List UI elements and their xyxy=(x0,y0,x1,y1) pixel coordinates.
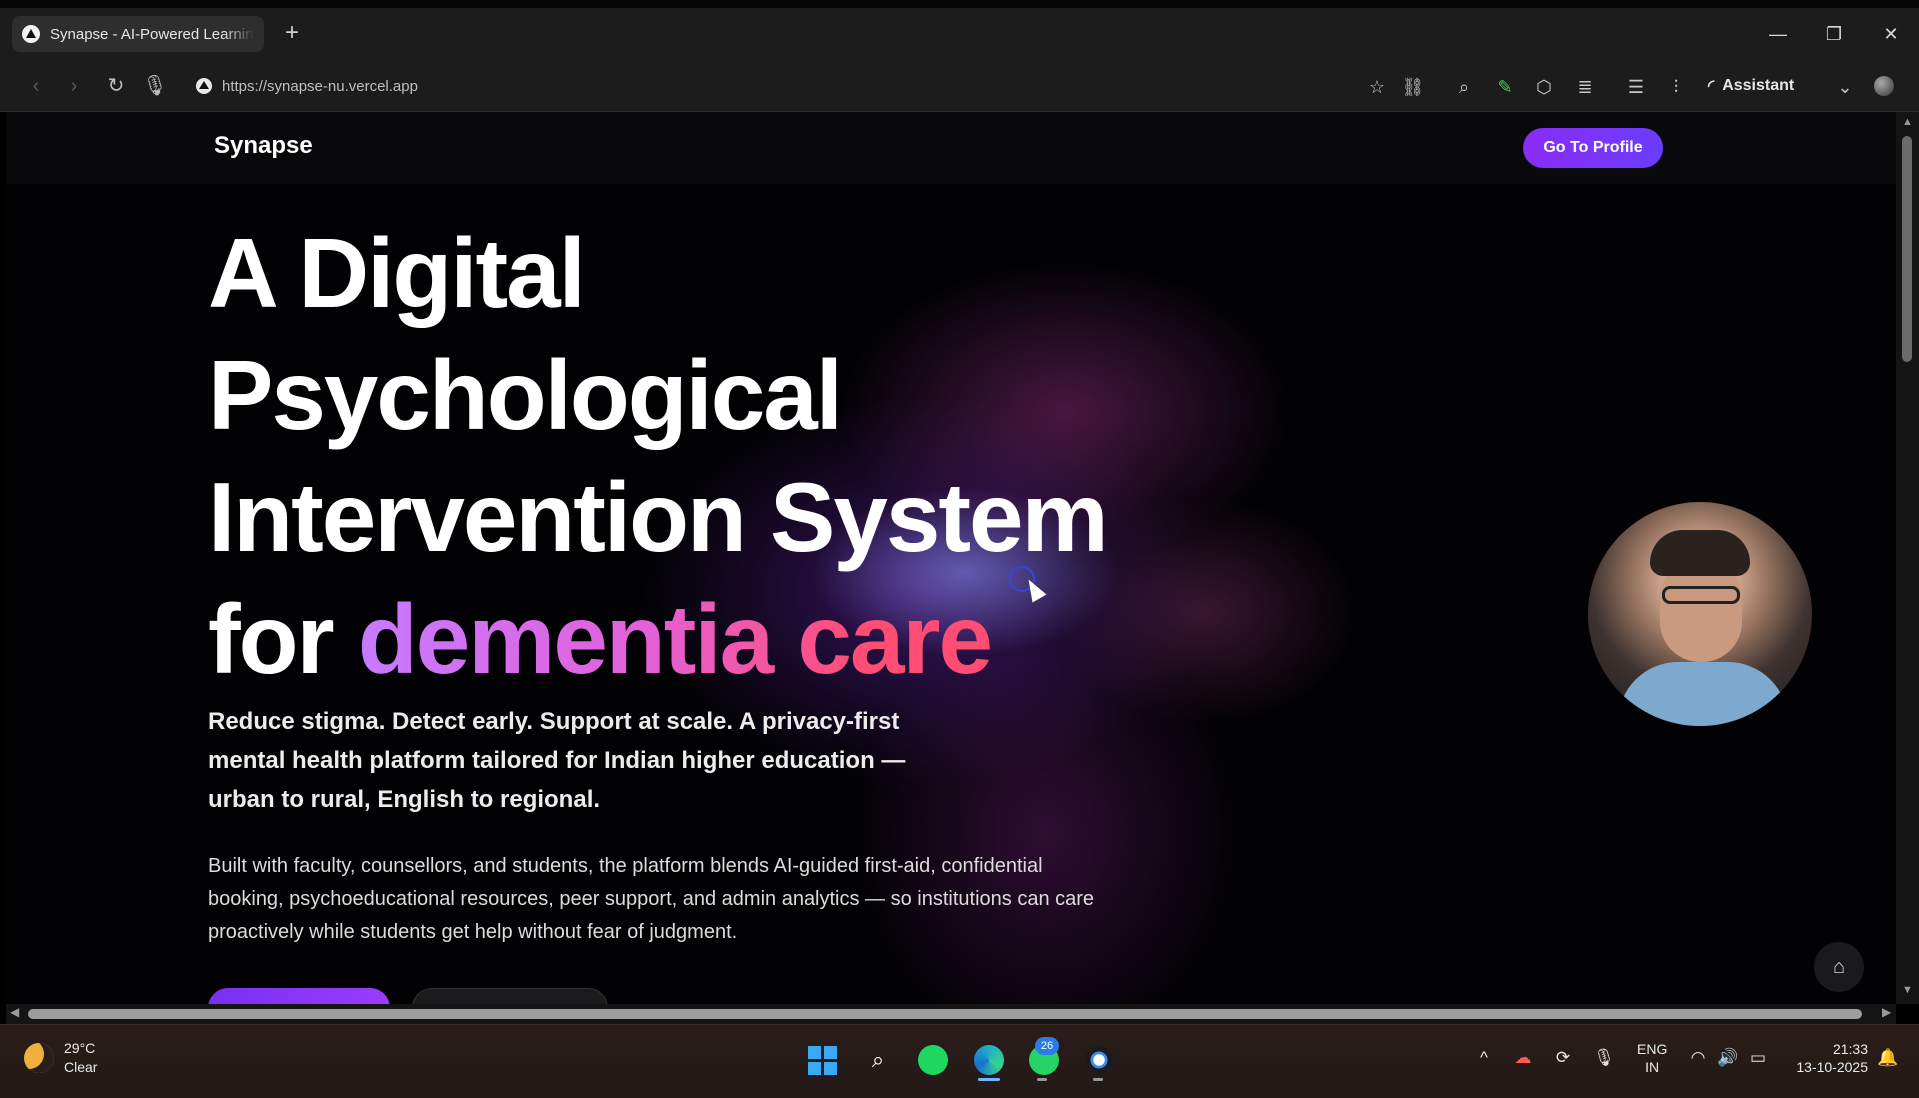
running-app-indicator xyxy=(1037,1078,1047,1081)
person-glasses xyxy=(1662,586,1740,604)
running-app-indicator-2 xyxy=(1093,1078,1103,1081)
audio-wave-icon[interactable]: ⫶ xyxy=(1663,74,1689,100)
hero-title: A Digital Psychological Intervention Sys… xyxy=(208,212,1208,700)
weather-widget[interactable]: 29°C Clear xyxy=(24,1039,97,1077)
search-icon[interactable]: ⌕ xyxy=(859,1041,897,1079)
scroll-right-arrow-icon[interactable]: ▶ xyxy=(1882,1005,1891,1019)
address-bar[interactable]: https://synapse-nu.vercel.app xyxy=(190,68,1310,104)
scroll-up-arrow-icon[interactable]: ▲ xyxy=(1902,116,1913,128)
notification-bell-icon[interactable]: 🔔 xyxy=(1876,1046,1900,1070)
url-text: https://synapse-nu.vercel.app xyxy=(222,77,418,95)
clock-time: 21:33 xyxy=(1832,1041,1868,1057)
active-app-indicator xyxy=(978,1078,1000,1081)
taskbar: 29°C Clear ⌕ xyxy=(0,1024,1919,1098)
site-header: Synapse Go To Profile xyxy=(6,112,1896,184)
horizontal-scroll-thumb[interactable] xyxy=(28,1009,1862,1019)
spotify-icon xyxy=(918,1045,948,1075)
windows-icon xyxy=(807,1045,837,1075)
new-tab-button[interactable]: + xyxy=(278,20,306,48)
site-favicon-icon xyxy=(22,25,40,43)
edge-browser-app[interactable] xyxy=(970,1041,1008,1079)
tab-strip: Synapse - AI-Powered Learnin + — ❐ ✕ xyxy=(0,0,1919,60)
spotify-app[interactable] xyxy=(914,1041,952,1079)
region-code: IN xyxy=(1645,1059,1660,1075)
tray-overflow-chevron-icon[interactable]: ^ xyxy=(1472,1046,1496,1070)
hero-line-3: Intervention System xyxy=(208,462,1109,572)
browser-profile-avatar[interactable] xyxy=(1874,76,1894,96)
forward-button[interactable]: › xyxy=(60,72,88,100)
vertical-scrollbar[interactable]: ▲ ▼ xyxy=(1896,112,1919,1004)
system-clock[interactable]: 21:33 13-10-2025 xyxy=(1788,1040,1868,1076)
browser-tab[interactable]: Synapse - AI-Powered Learnin xyxy=(12,16,264,52)
bookmark-star-icon[interactable]: ☆ xyxy=(1364,74,1390,100)
clock-date: 13-10-2025 xyxy=(1796,1059,1868,1075)
hero-line-2: Psychological xyxy=(208,340,843,450)
moon-icon xyxy=(24,1043,54,1073)
chatbot-button[interactable]: ⌂ xyxy=(1814,942,1864,992)
secondary-cta-button[interactable] xyxy=(412,988,608,1004)
brand-logo[interactable]: Synapse xyxy=(214,132,313,160)
pen-icon[interactable]: ✎ xyxy=(1492,74,1518,100)
hero-line-1: A Digital xyxy=(208,218,586,328)
temperature: 29°C xyxy=(64,1040,96,1056)
microphone-icon[interactable]: 🎙 xyxy=(141,72,169,100)
language-indicator[interactable]: ENG IN xyxy=(1637,1040,1667,1076)
weather-condition: Clear xyxy=(64,1059,98,1075)
microphone-tray-icon[interactable]: 🎙 xyxy=(1592,1046,1616,1070)
assistant-icon: ◜ xyxy=(1708,78,1715,95)
start-button[interactable] xyxy=(803,1041,841,1079)
refresh-sync-icon[interactable]: ⟳ xyxy=(1551,1046,1575,1070)
chrome-icon xyxy=(1085,1046,1113,1074)
hero-body: Built with faculty, counsellors, and stu… xyxy=(208,855,1095,943)
person-shirt xyxy=(1618,662,1788,726)
browser-icon xyxy=(974,1045,1004,1075)
reload-icon[interactable]: ↻ xyxy=(102,72,130,100)
person-hair xyxy=(1650,530,1750,576)
go-to-profile-button[interactable]: Go To Profile xyxy=(1523,128,1663,168)
tab-title: Synapse - AI-Powered Learnin xyxy=(50,25,254,43)
browser-toolbar: ‹ › ↻ 🎙 https://synapse-nu.vercel.app ☆ … xyxy=(0,60,1919,112)
whatsapp-notification-badge: 26 xyxy=(1035,1037,1059,1055)
page-viewport: Synapse Go To Profile A Digital Psycholo… xyxy=(6,112,1896,1004)
chrome-app[interactable] xyxy=(1080,1041,1118,1079)
wifi-icon[interactable]: ◠ xyxy=(1686,1046,1710,1070)
close-window-button[interactable]: ✕ xyxy=(1868,18,1914,50)
assistant-button[interactable]: ◜ Assistant xyxy=(1708,72,1794,100)
hero-lead: Reduce stigma. Detect early. Support at … xyxy=(208,708,906,813)
assistant-label: Assistant xyxy=(1722,77,1795,94)
language-code: ENG xyxy=(1637,1041,1668,1057)
minimize-button[interactable]: — xyxy=(1755,18,1801,50)
scroll-left-arrow-icon[interactable]: ◀ xyxy=(10,1005,19,1019)
volume-icon[interactable]: 🔊 xyxy=(1716,1046,1740,1070)
back-button[interactable]: ‹ xyxy=(22,72,50,100)
vertical-scroll-thumb[interactable] xyxy=(1902,136,1912,362)
screen-search-icon[interactable]: ⌕ xyxy=(1451,74,1477,100)
cloud-sync-icon[interactable]: ☁ xyxy=(1511,1046,1535,1070)
extensions-icon[interactable]: ⬡ xyxy=(1531,74,1557,100)
primary-cta-button[interactable] xyxy=(208,988,390,1004)
horizontal-scrollbar[interactable]: ◀ ▶ xyxy=(6,1004,1896,1024)
reading-list-icon[interactable]: ≣ xyxy=(1572,74,1598,100)
chevron-down-icon[interactable]: ⌄ xyxy=(1832,74,1858,100)
scroll-down-arrow-icon[interactable]: ▼ xyxy=(1902,984,1913,996)
link-icon[interactable]: ⛓ xyxy=(1400,74,1426,100)
menu-lines-icon[interactable]: ☰ xyxy=(1623,74,1649,100)
webcam-overlay xyxy=(1588,502,1812,726)
bot-icon: ⌂ xyxy=(1832,955,1846,978)
battery-icon[interactable]: ▭ xyxy=(1746,1046,1770,1070)
hero-line-4-prefix: for xyxy=(208,584,335,694)
restore-button[interactable]: ❐ xyxy=(1811,18,1857,50)
site-info-icon[interactable] xyxy=(196,78,212,94)
hero-accent-text: dementia care xyxy=(357,584,993,694)
